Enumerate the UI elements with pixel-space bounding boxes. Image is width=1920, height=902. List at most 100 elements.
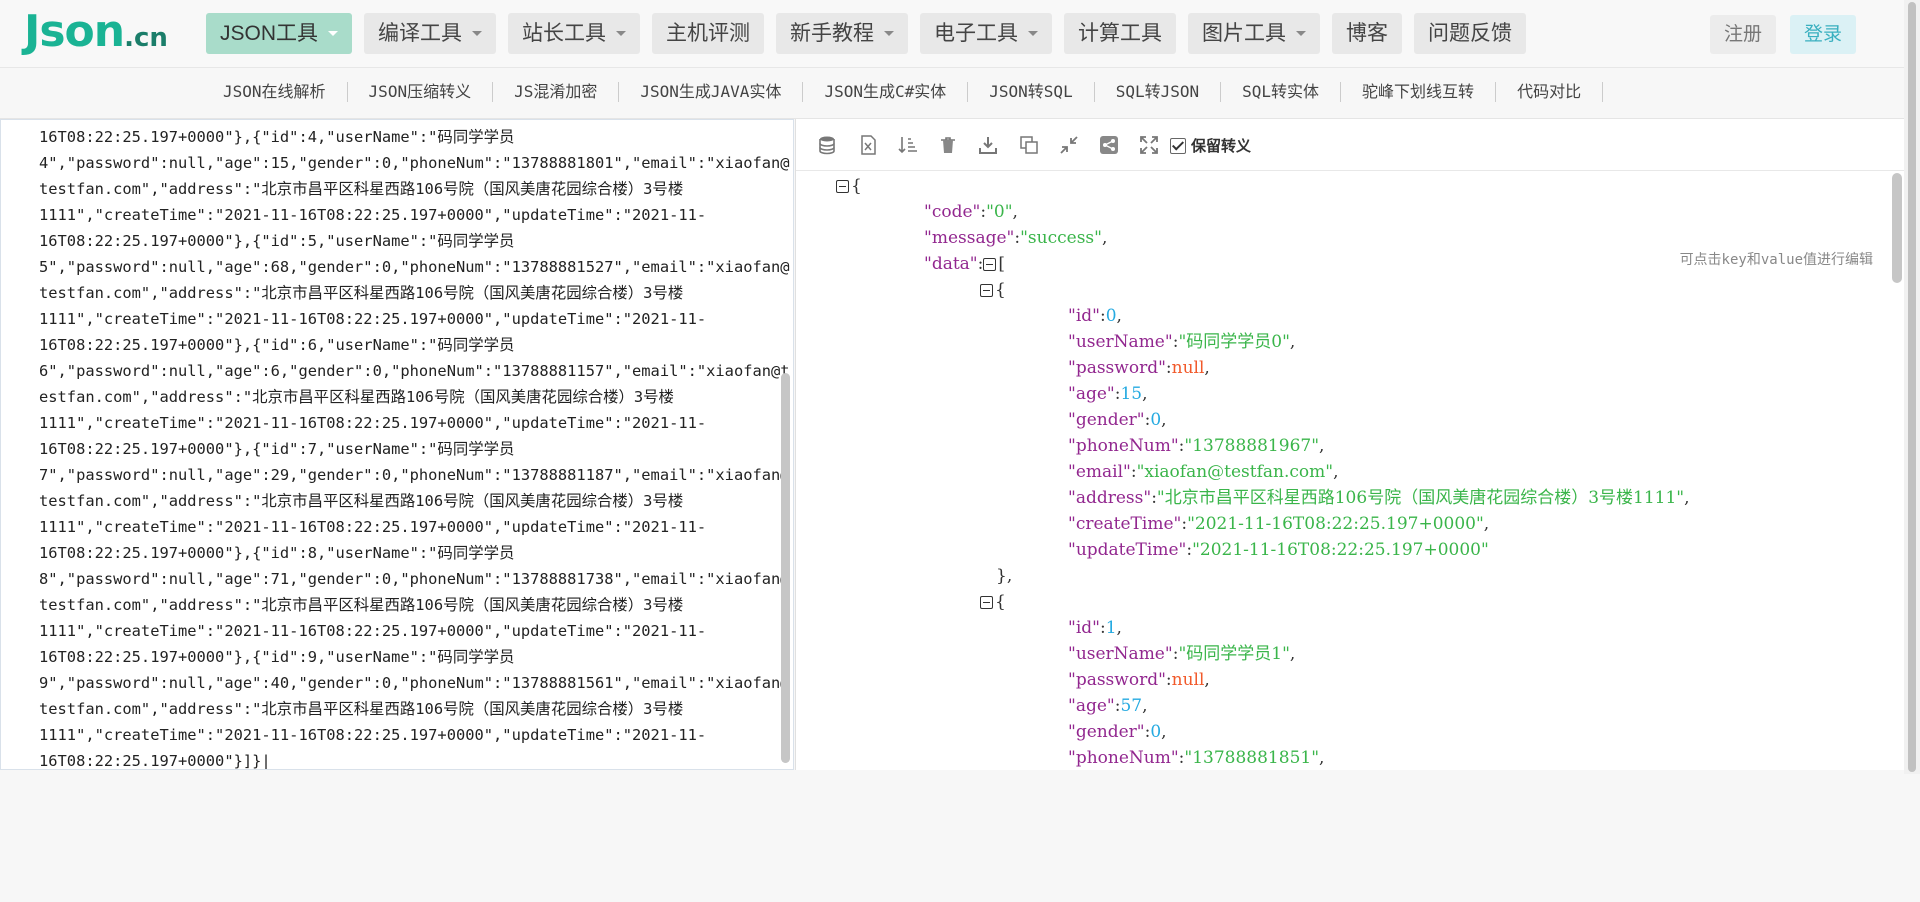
json-punct: , <box>1161 722 1167 742</box>
json-key[interactable]: "userName" <box>1068 644 1173 664</box>
nav-item-4[interactable]: 新手教程 <box>776 13 909 54</box>
json-key[interactable]: "id" <box>1068 618 1100 638</box>
subnav-item-5[interactable]: JSON转SQL <box>968 82 1095 102</box>
nav-item-0[interactable]: JSON工具 <box>206 13 353 54</box>
subnav-item-8[interactable]: 驼峰下划线互转 <box>1341 82 1497 102</box>
sort-icon[interactable] <box>897 134 919 156</box>
json-value[interactable]: "北京市昌平区科星西路106号院（国风美唐花园综合楼）3号楼1111" <box>1157 488 1684 508</box>
register-button[interactable]: 注册 <box>1709 15 1776 54</box>
nav-item-2[interactable]: 站长工具 <box>508 13 641 54</box>
json-key[interactable]: "age" <box>1068 696 1115 716</box>
database-icon[interactable] <box>816 134 838 156</box>
excel-icon[interactable] <box>857 134 879 156</box>
editor-line: 1111","createTime":"2021-11-16T08:22:25.… <box>39 310 707 328</box>
json-value[interactable]: 57 <box>1120 696 1142 716</box>
json-key[interactable]: "data" <box>924 254 978 274</box>
chevron-down-icon <box>616 31 627 36</box>
json-value[interactable]: "码同学学员0" <box>1178 332 1289 352</box>
json-value[interactable]: "0" <box>986 202 1012 222</box>
download-icon[interactable] <box>977 134 999 156</box>
editor-line: testfan.com","address":"北京市昌平区科星西路106号院（… <box>39 180 684 198</box>
subnav-item-2[interactable]: JS混淆加密 <box>493 82 620 102</box>
json-tree-line: "address":"北京市昌平区科星西路106号院（国风美唐花园综合楼）3号楼… <box>836 485 1876 511</box>
json-input-editor[interactable]: 16T08:22:25.197+0000"},{"id":4,"userName… <box>0 119 794 770</box>
trash-icon[interactable] <box>937 134 959 156</box>
nav-item-6[interactable]: 计算工具 <box>1064 13 1177 54</box>
copy-icon[interactable] <box>1018 134 1040 156</box>
collapse-icon[interactable] <box>980 284 993 297</box>
keep-escape-option[interactable]: 保留转义 <box>1170 135 1251 156</box>
json-key[interactable]: "userName" <box>1068 332 1173 352</box>
collapse-icon[interactable] <box>836 180 849 193</box>
json-value[interactable]: "success" <box>1020 228 1102 248</box>
json-key[interactable]: "message" <box>924 228 1014 248</box>
json-value[interactable]: 0 <box>1150 410 1161 430</box>
json-value[interactable]: null <box>1172 670 1205 690</box>
nav-item-1[interactable]: 编译工具 <box>364 13 497 54</box>
fullscreen-icon[interactable] <box>1138 134 1160 156</box>
nav-item-label: 电子工具 <box>934 22 1019 45</box>
collapse-icon[interactable] <box>980 596 993 609</box>
site-logo[interactable]: Json.cn <box>24 6 168 62</box>
nav-item-9[interactable]: 问题反馈 <box>1414 13 1527 54</box>
json-value[interactable]: "2021-11-16T08:22:25.197+0000" <box>1192 540 1489 560</box>
viewer-toolbar: 保留转义 <box>796 119 1905 171</box>
page-scrollbar[interactable] <box>1904 0 1920 774</box>
json-key[interactable]: "id" <box>1068 306 1100 326</box>
nav-item-label: 新手教程 <box>790 22 875 45</box>
json-key[interactable]: "password" <box>1068 670 1166 690</box>
json-value[interactable]: 0 <box>1150 722 1161 742</box>
json-value[interactable]: 0 <box>1106 306 1117 326</box>
json-punct: , <box>1684 488 1690 508</box>
json-tree-line: "userName":"码同学学员0", <box>836 329 1876 355</box>
json-key[interactable]: "createTime" <box>1068 514 1181 534</box>
compress-icon[interactable] <box>1058 134 1080 156</box>
nav-item-3[interactable]: 主机评测 <box>652 13 765 54</box>
json-key[interactable]: "code" <box>924 202 980 222</box>
json-value[interactable]: "13788881851" <box>1184 748 1319 768</box>
editor-line: 1111","createTime":"2021-11-16T08:22:25.… <box>39 518 707 536</box>
editor-line: testfan.com","address":"北京市昌平区科星西路106号院（… <box>39 596 684 614</box>
json-key[interactable]: "email" <box>1068 462 1131 482</box>
subnav-item-4[interactable]: JSON生成C#实体 <box>803 82 969 102</box>
json-punct: , <box>1319 748 1325 768</box>
subnav-item-3[interactable]: JSON生成JAVA实体 <box>619 82 804 102</box>
json-input-text[interactable]: 16T08:22:25.197+0000"},{"id":4,"userName… <box>39 124 790 769</box>
json-key[interactable]: "phoneNum" <box>1068 436 1179 456</box>
subnav-item-9[interactable]: 代码对比 <box>1496 82 1604 102</box>
json-value[interactable]: "码同学学员1" <box>1178 644 1289 664</box>
keep-escape-checkbox[interactable] <box>1170 137 1186 154</box>
json-tree-line: }, <box>836 563 1876 589</box>
viewer-scrollbar[interactable] <box>1892 173 1902 283</box>
json-tree: {"code":"0", "message":"success", "data":[… <box>836 173 1876 770</box>
nav-item-8[interactable]: 博客 <box>1332 13 1403 54</box>
page-scrollbar-thumb[interactable] <box>1908 2 1916 772</box>
json-tree-line: "phoneNum":"13788881967", <box>836 433 1876 459</box>
nav-item-5[interactable]: 电子工具 <box>920 13 1053 54</box>
json-key[interactable]: "phoneNum" <box>1068 748 1179 768</box>
json-key[interactable]: "password" <box>1068 358 1166 378</box>
json-key[interactable]: "address" <box>1068 488 1151 508</box>
subnav-item-6[interactable]: SQL转JSON <box>1095 82 1222 102</box>
json-value[interactable]: "13788881967" <box>1184 436 1319 456</box>
subnav-item-1[interactable]: JSON压缩转义 <box>348 82 494 102</box>
json-key[interactable]: "gender" <box>1068 410 1145 430</box>
json-value[interactable]: "2021-11-16T08:22:25.197+0000" <box>1187 514 1484 534</box>
share-icon[interactable] <box>1098 134 1120 156</box>
subnav-item-0[interactable]: JSON在线解析 <box>202 82 348 102</box>
json-key[interactable]: "gender" <box>1068 722 1145 742</box>
subnav-item-7[interactable]: SQL转实体 <box>1221 82 1342 102</box>
json-tree-line: "data":[ <box>836 251 1876 277</box>
json-value[interactable]: 1 <box>1106 618 1117 638</box>
editor-scrollbar[interactable] <box>781 373 790 763</box>
login-button[interactable]: 登录 <box>1789 15 1856 54</box>
subnav-list: JSON在线解析 JSON压缩转义 JS混淆加密 JSON生成JAVA实体 JSON生成… <box>202 82 1604 102</box>
json-value[interactable]: "xiaofan@testfan.com" <box>1137 462 1334 482</box>
json-tree-line: "userName":"码同学学员1", <box>836 641 1876 667</box>
collapse-icon[interactable] <box>983 258 997 271</box>
json-key[interactable]: "age" <box>1068 384 1115 404</box>
json-value[interactable]: 15 <box>1120 384 1142 404</box>
nav-item-7[interactable]: 图片工具 <box>1188 13 1321 54</box>
json-key[interactable]: "updateTime" <box>1068 540 1186 560</box>
json-value[interactable]: null <box>1172 358 1205 378</box>
